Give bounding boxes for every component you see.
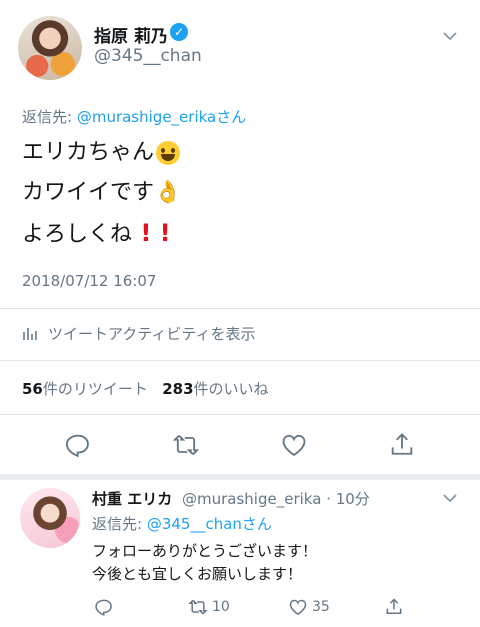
author-name[interactable]: 指原 莉乃 <box>94 22 168 47</box>
reply-retweet-count: 10 <box>212 599 230 615</box>
chevron-down-icon[interactable] <box>440 26 460 46</box>
tweet-text-line-2: カワイイです👌 <box>22 178 181 208</box>
tweet-text: エリカちゃん <box>22 140 155 165</box>
exclamation-emoji-icon: ! ! <box>132 219 171 247</box>
reply-action-reply[interactable] <box>94 597 114 617</box>
like-icon[interactable] <box>280 431 308 459</box>
like-count: 283 <box>162 380 194 398</box>
reply-to-link[interactable]: @murashige_erikaさん <box>77 108 246 126</box>
author-handle[interactable]: @345__chan <box>94 46 202 66</box>
share-icon[interactable] <box>388 431 416 459</box>
activity-label: ツイートアクティビティを表示 <box>48 325 256 343</box>
divider <box>0 308 480 309</box>
grinning-face-emoji-icon <box>156 141 181 165</box>
share-icon <box>386 598 402 614</box>
verified-badge-icon: ✓ <box>170 23 188 41</box>
reply-text-line-2: 今後とも宜しくお願いします！ <box>92 565 303 583</box>
reply-icon <box>95 599 112 616</box>
reply-to-line: 返信先: @murashige_erikaさん <box>22 106 246 127</box>
divider <box>0 414 480 415</box>
chevron-down-icon[interactable] <box>440 488 460 508</box>
tweet-text: カワイイです <box>22 180 155 205</box>
reply-prefix: 返信先: <box>92 515 147 533</box>
ok-hand-emoji-icon: 👌 <box>154 180 182 205</box>
reply-like-count: 35 <box>312 599 330 615</box>
retweet-icon <box>188 599 208 615</box>
reply-handle-time[interactable]: @murashige_erika · 10分 <box>182 488 370 509</box>
reply-icon[interactable] <box>64 431 92 459</box>
author-avatar[interactable] <box>18 16 82 80</box>
tweet-timestamp[interactable]: 2018/07/12 16:07 <box>22 272 156 290</box>
reply-action-retweet[interactable]: 10 <box>188 597 230 617</box>
reply-author-name[interactable]: 村重 エリカ <box>92 488 172 509</box>
reply-reply-to-line: 返信先: @345__chanさん <box>92 513 272 534</box>
section-divider <box>0 474 480 480</box>
tweet-text: よろしくね <box>22 222 133 247</box>
reply-author-avatar[interactable] <box>20 488 80 548</box>
retweet-count: 56 <box>22 380 43 398</box>
retweet-label[interactable]: 件のリツイート <box>43 380 148 398</box>
tweet-activity-link[interactable]: ツイートアクティビティを表示 <box>22 323 255 344</box>
engagement-stats: 56件のリツイート 283件のいいね <box>22 378 269 399</box>
divider <box>0 360 480 361</box>
reply-action-share[interactable] <box>384 597 404 617</box>
like-label[interactable]: 件のいいね <box>194 380 269 398</box>
reply-action-like[interactable]: 35 <box>288 597 330 617</box>
reply-prefix: 返信先: <box>22 108 77 126</box>
like-icon <box>289 599 307 615</box>
analytics-icon <box>23 327 37 340</box>
tweet-text-line-3: よろしくね ! ! <box>22 218 171 250</box>
tweet-text-line-1: エリカちゃん <box>22 138 181 168</box>
retweet-icon[interactable] <box>172 431 200 459</box>
reply-to-link[interactable]: @345__chanさん <box>147 515 272 533</box>
reply-text-line-1: フォローありがとうございます！ <box>92 542 318 560</box>
